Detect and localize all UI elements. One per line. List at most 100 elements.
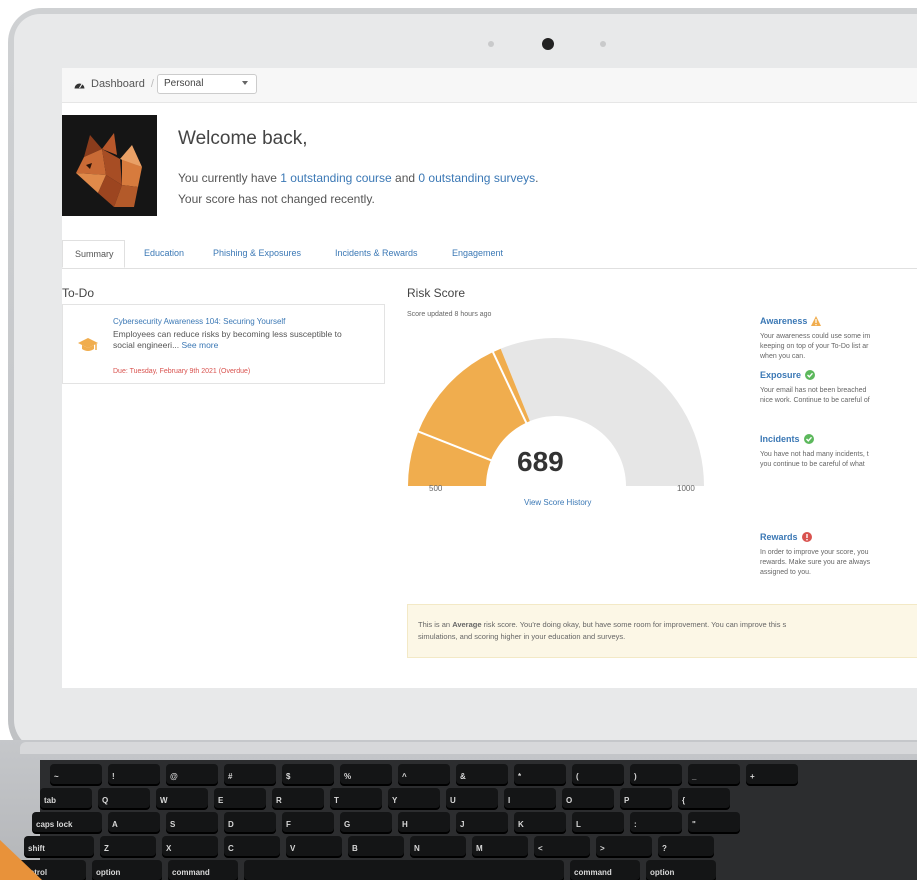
- risk-score-title: Risk Score: [407, 286, 466, 300]
- key: command: [168, 860, 238, 880]
- key: G: [340, 812, 392, 832]
- breadcrumb-separator: /: [150, 78, 154, 90]
- key: [244, 860, 564, 880]
- factor-exposure-line1: Your email has not been breached: [760, 387, 867, 394]
- keyboard-row-number: ~! @ # $% ^ & * () _ +: [50, 764, 798, 784]
- tab-incidents-rewards[interactable]: Incidents & Rewards: [335, 248, 418, 258]
- key: tab: [40, 788, 92, 808]
- key: ): [630, 764, 682, 784]
- factor-awareness-title: Awareness: [760, 316, 808, 326]
- bezel-dot-left: [488, 41, 494, 47]
- key: caps lock: [32, 812, 102, 832]
- factor-incidents-line2: you continue to be careful of what: [760, 461, 865, 468]
- factor-rewards-title: Rewards: [760, 532, 798, 542]
- tab-phishing-exposures[interactable]: Phishing & Exposures: [213, 248, 301, 258]
- scope-select-value: Personal: [164, 78, 204, 89]
- key: I: [504, 788, 556, 808]
- tab-engagement[interactable]: Engagement: [452, 248, 503, 258]
- outstanding-survey-link[interactable]: 0 outstanding surveys: [418, 171, 535, 185]
- key: D: [224, 812, 276, 832]
- key: (: [572, 764, 624, 784]
- outstanding-mid: and: [391, 171, 419, 185]
- top-bar: Dashboard / Personal: [62, 68, 917, 103]
- webcam: [542, 38, 554, 50]
- key: command: [570, 860, 640, 880]
- chevron-down-icon: [242, 81, 248, 85]
- keyboard: ~! @ # $% ^ & * () _ + tab Q W E R T Y U I O P { caps lock A S…: [16, 760, 917, 880]
- keyboard-row-shift: shift Z X C V B N M < >?: [24, 836, 714, 856]
- key: Z: [100, 836, 156, 856]
- key: C: [224, 836, 280, 856]
- factor-awareness-line2: keeping on top of your To-Do list ar: [760, 343, 869, 350]
- tab-education[interactable]: Education: [144, 248, 184, 258]
- scope-select[interactable]: Personal: [157, 74, 257, 94]
- score-change-text: Your score has not changed recently.: [178, 192, 375, 206]
- key: ~: [50, 764, 102, 784]
- todo-description: Employees can reduce risks by becoming l…: [113, 329, 383, 351]
- key: +: [746, 764, 798, 784]
- key: V: [286, 836, 342, 856]
- todo-item[interactable]: Cybersecurity Awareness 104: Securing Yo…: [62, 304, 385, 384]
- avatar: [62, 115, 157, 216]
- key: W: [156, 788, 208, 808]
- todo-course-link[interactable]: Cybersecurity Awareness 104: Securing Yo…: [113, 317, 285, 326]
- keyboard-row-caps: caps lock A S D F G H J K L: ": [32, 812, 740, 832]
- key: Q: [98, 788, 150, 808]
- key: F: [282, 812, 334, 832]
- key: :: [630, 812, 682, 832]
- factor-exposure: Exposure Your email has not been breache…: [760, 370, 917, 406]
- key: H: [398, 812, 450, 832]
- key: option: [646, 860, 716, 880]
- welcome-title: Welcome back,: [178, 128, 308, 149]
- breadcrumb: Dashboard /: [74, 78, 154, 90]
- factor-incidents-title: Incidents: [760, 434, 800, 444]
- key: X: [162, 836, 218, 856]
- breadcrumb-dashboard-link[interactable]: Dashboard: [91, 78, 145, 90]
- key: ?: [658, 836, 714, 856]
- tab-summary[interactable]: Summary: [62, 240, 125, 268]
- laptop-hinge: [20, 742, 917, 754]
- bezel-dot-right: [600, 41, 606, 47]
- banner-line2: simulations, and scoring higher in your …: [418, 632, 626, 641]
- factor-rewards-line1: In order to improve your score, you: [760, 549, 869, 556]
- keyboard-row-tab: tab Q W E R T Y U I O P {: [40, 788, 730, 808]
- check-icon: [805, 370, 816, 380]
- factor-rewards: Rewards In order to improve your score, …: [760, 532, 917, 578]
- outstanding-prefix: You currently have: [178, 171, 281, 185]
- alert-icon: [801, 532, 812, 542]
- key: $: [282, 764, 334, 784]
- warning-icon: [811, 316, 822, 326]
- key: T: [330, 788, 382, 808]
- see-more-link[interactable]: See more: [182, 340, 219, 350]
- factor-rewards-line2: rewards. Make sure you are always: [760, 559, 871, 566]
- keyboard-row-bottom: control option command command option: [16, 860, 716, 880]
- key: O: [562, 788, 614, 808]
- key: E: [214, 788, 266, 808]
- key: B: [348, 836, 404, 856]
- check-icon: [803, 434, 814, 444]
- todo-title: To-Do: [62, 286, 95, 300]
- banner-line1: risk score. You're doing okay, but have …: [481, 620, 787, 629]
- factor-awareness: Awareness Your awareness could use some …: [760, 316, 917, 362]
- key: K: [514, 812, 566, 832]
- factor-exposure-title: Exposure: [760, 370, 802, 380]
- key: L: [572, 812, 624, 832]
- key: *: [514, 764, 566, 784]
- key: @: [166, 764, 218, 784]
- gauge-min-label: 500: [429, 484, 443, 493]
- factor-awareness-line1: Your awareness could use some im: [760, 333, 871, 340]
- key: _: [688, 764, 740, 784]
- key: N: [410, 836, 466, 856]
- factor-incidents: Incidents You have not had many incident…: [760, 434, 917, 470]
- key: option: [92, 860, 162, 880]
- dashboard-icon: [74, 83, 85, 88]
- app-screen: Dashboard / Personal Welcome back, You c…: [62, 68, 917, 688]
- todo-due-date: Due: Tuesday, February 9th 2021 (Overdue…: [113, 368, 251, 375]
- tab-bar: Summary Education Phishing & Exposures I…: [62, 240, 917, 269]
- view-score-history-link[interactable]: View Score History: [524, 498, 591, 507]
- graduation-cap-icon: [78, 338, 98, 351]
- banner-rating: Average: [452, 620, 482, 629]
- risk-score-value: 689: [517, 446, 564, 477]
- key: <: [534, 836, 590, 856]
- outstanding-course-link[interactable]: 1 outstanding course: [280, 171, 391, 185]
